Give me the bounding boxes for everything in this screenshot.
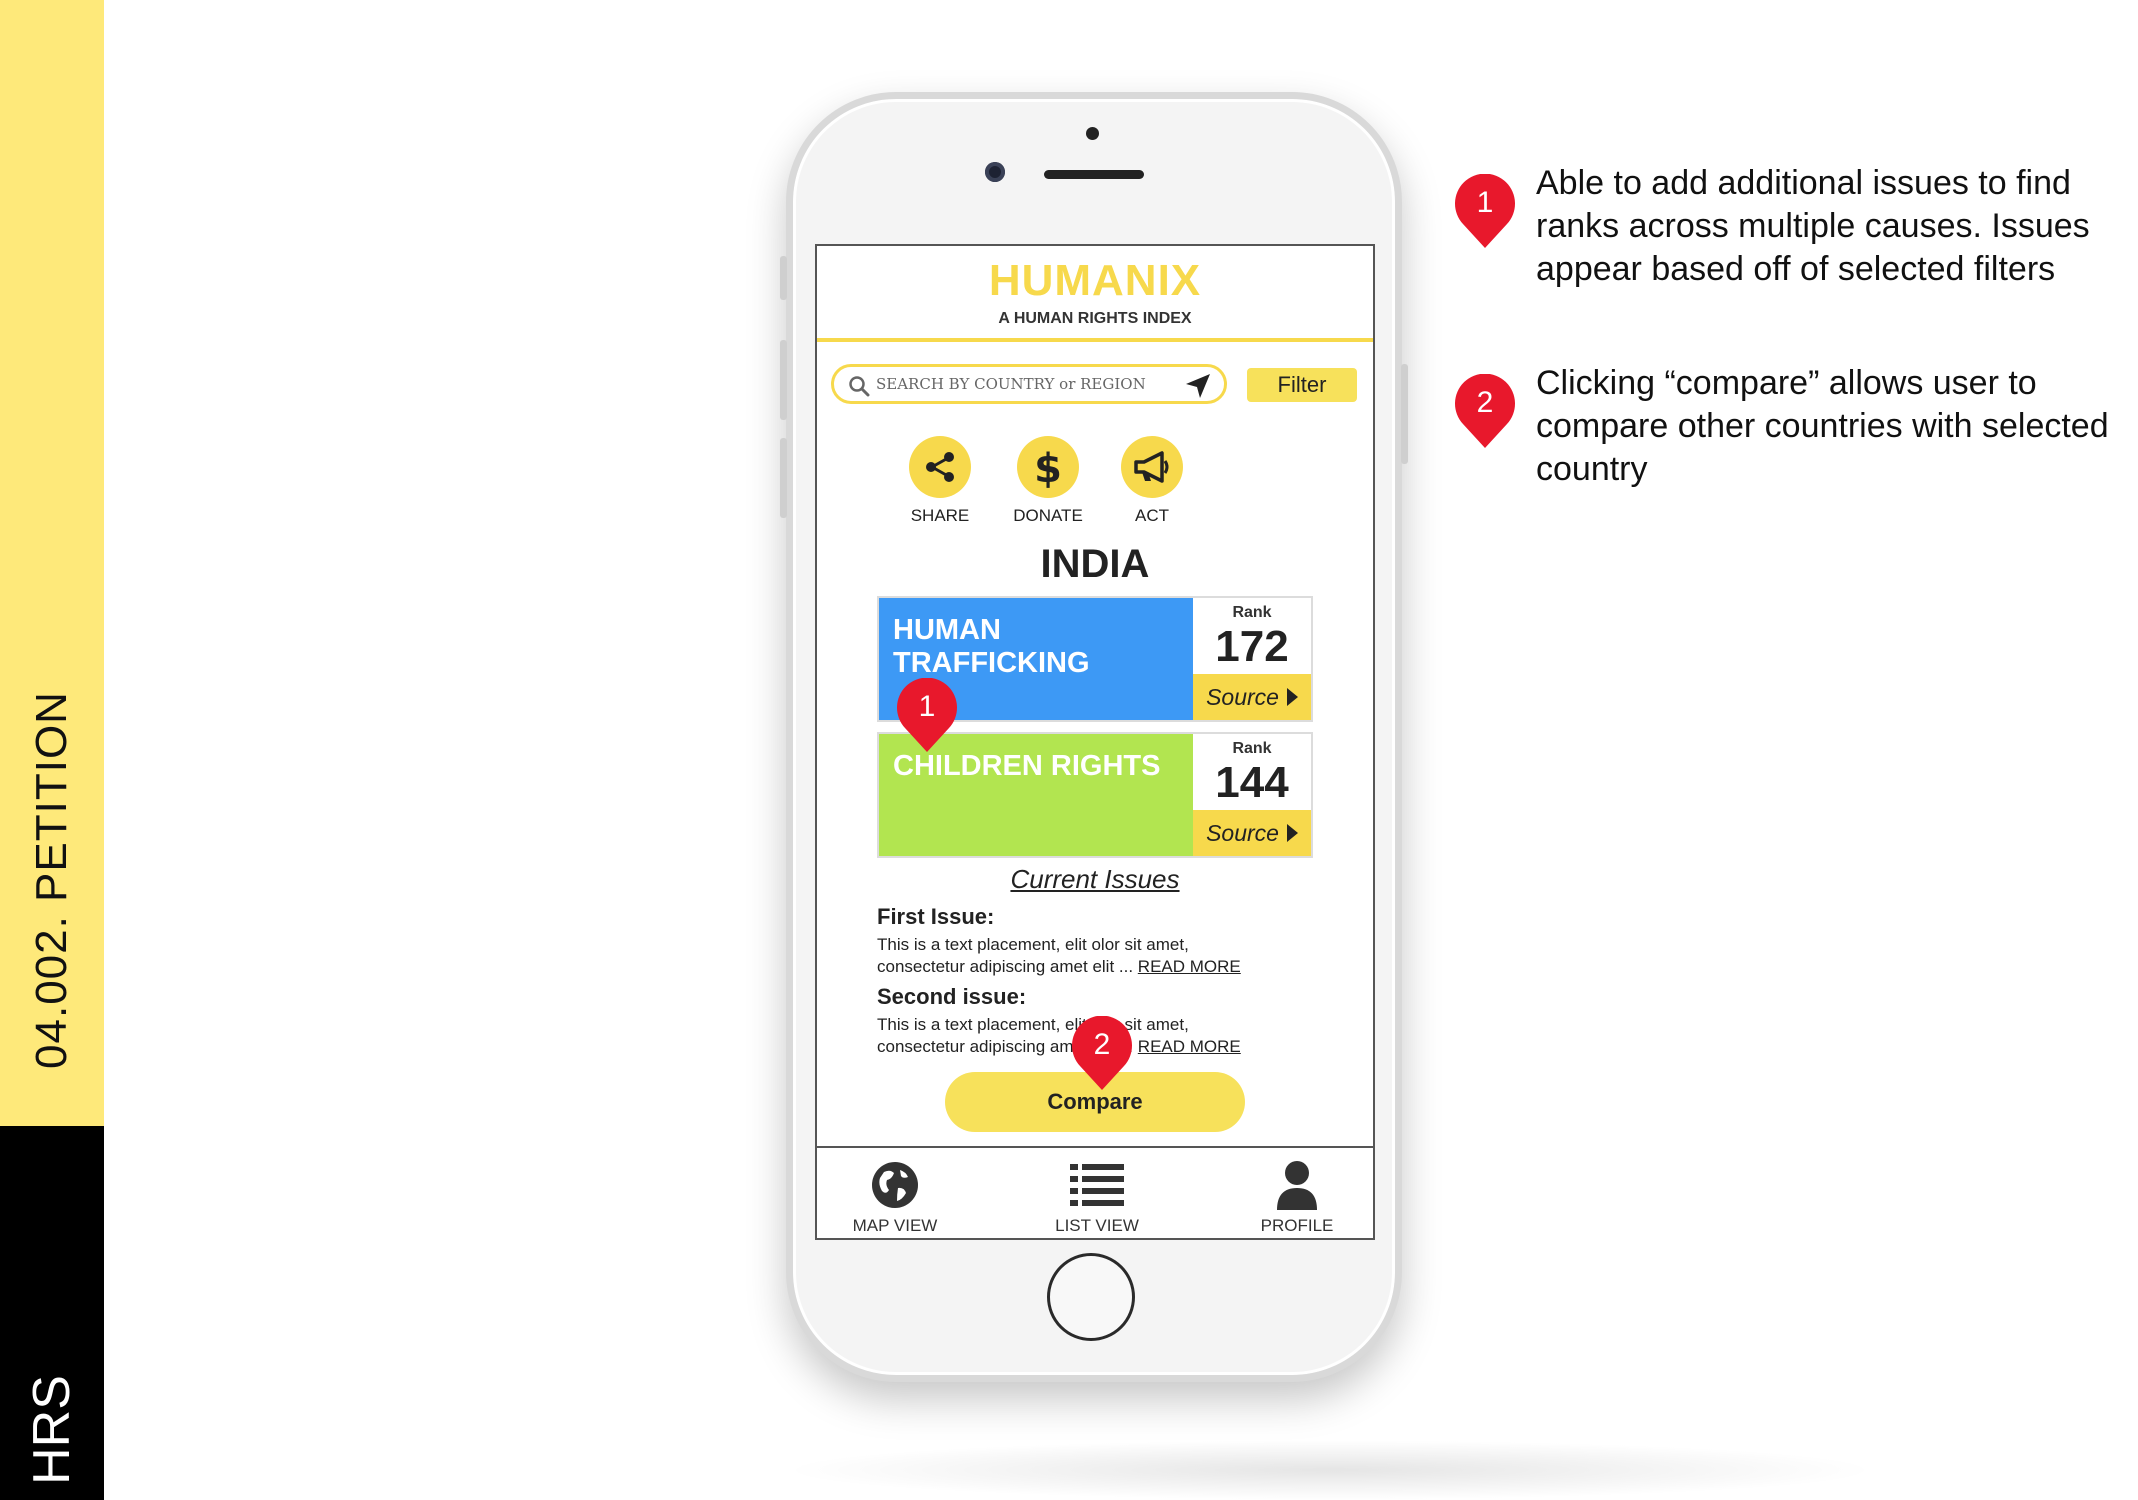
- app-subtitle: A HUMAN RIGHTS INDEX: [998, 310, 1192, 327]
- annotation-note-1: Able to add additional issues to find ra…: [1536, 164, 2090, 288]
- person-icon: [1277, 1161, 1317, 1210]
- tab-bar: MAP VIEW LIST VIEW PROFILE: [817, 1146, 1373, 1238]
- power-button: [1401, 364, 1408, 464]
- tab-label: PROFILE: [1260, 1216, 1334, 1235]
- rank-label: Rank: [1232, 604, 1272, 621]
- annotation-pin-2: 2: [1071, 1015, 1133, 1092]
- rank-value: 144: [1215, 758, 1289, 807]
- play-arrow-icon: [1286, 824, 1298, 842]
- search-icon: [849, 376, 870, 397]
- rank-box: Rank 144 Source: [1193, 734, 1311, 856]
- earpiece-speaker: [1044, 170, 1144, 179]
- tab-label: LIST VIEW: [1055, 1216, 1139, 1235]
- svg-text:$: $: [1034, 446, 1062, 488]
- act-action[interactable]: ACT: [1107, 436, 1197, 526]
- share-action[interactable]: SHARE: [895, 436, 985, 526]
- front-camera: [985, 162, 1005, 182]
- proximity-sensor: [1086, 127, 1099, 140]
- source-button[interactable]: Source: [1193, 674, 1311, 720]
- annotation-pin-1: 1: [896, 677, 958, 754]
- header-divider: [817, 338, 1373, 342]
- brand-label: HRS: [23, 1375, 81, 1485]
- list-icon: [1070, 1164, 1124, 1206]
- share-icon: [909, 436, 971, 498]
- issue-heading: Second issue:: [877, 984, 1027, 1009]
- donate-label: DONATE: [1013, 506, 1083, 525]
- note-pin-1: 1: [1454, 173, 1516, 250]
- source-button[interactable]: Source: [1193, 810, 1311, 856]
- tab-map-view[interactable]: MAP VIEW: [825, 1160, 965, 1236]
- app-title: HUMANIX: [988, 256, 1202, 305]
- dollar-icon: $: [1017, 436, 1079, 498]
- megaphone-icon: [1121, 436, 1183, 498]
- pin-number: 2: [1476, 386, 1494, 419]
- current-issues-heading[interactable]: Current Issues: [817, 864, 1373, 895]
- country-name: INDIA: [1040, 542, 1150, 586]
- location-arrow-icon[interactable]: [1184, 372, 1212, 400]
- issue-heading: First Issue:: [877, 904, 995, 929]
- volume-down-button: [780, 438, 787, 518]
- issue-text: This is a text placement, elit olor sit …: [877, 934, 1347, 978]
- mute-switch: [780, 256, 787, 300]
- share-label: SHARE: [910, 506, 970, 525]
- issue-item: First Issue: This is a text placement, e…: [877, 904, 1347, 978]
- rank-label: Rank: [1232, 740, 1272, 757]
- home-button[interactable]: [1047, 1253, 1135, 1341]
- volume-up-button: [780, 340, 787, 420]
- tab-profile[interactable]: PROFILE: [1227, 1160, 1367, 1236]
- tab-label: MAP VIEW: [852, 1216, 938, 1235]
- issue-text-line2: consectetur adipiscing amet elit ...: [877, 957, 1138, 976]
- donate-action[interactable]: $ DONATE: [1003, 436, 1093, 526]
- source-label: Source: [1206, 819, 1279, 846]
- filter-button[interactable]: Filter: [1247, 368, 1357, 402]
- rank-value: 172: [1215, 622, 1289, 671]
- globe-icon: [872, 1162, 918, 1208]
- read-more-link[interactable]: READ MORE: [1138, 957, 1241, 976]
- phone-shadow: [780, 1440, 1880, 1500]
- section-label: 04.002. PETITION: [27, 691, 76, 1069]
- rank-box: Rank 172 Source: [1193, 598, 1311, 720]
- annotation-note-2: Clicking “compare” allows user to compar…: [1536, 364, 2109, 488]
- pin-number: 1: [1476, 186, 1494, 219]
- read-more-link[interactable]: READ MORE: [1138, 1037, 1241, 1056]
- act-label: ACT: [1135, 506, 1169, 525]
- source-label: Source: [1206, 683, 1279, 710]
- issue-text-line1: This is a text placement, elit olor sit …: [877, 935, 1189, 954]
- search-input[interactable]: [876, 370, 1166, 398]
- note-pin-2: 2: [1454, 373, 1516, 450]
- issue-text-line1: This is a text placement, elit olor sit …: [877, 1015, 1189, 1034]
- play-arrow-icon: [1286, 688, 1298, 706]
- pin-number: 1: [918, 690, 936, 723]
- tab-list-view[interactable]: LIST VIEW: [1027, 1160, 1167, 1236]
- search-bar[interactable]: [831, 364, 1227, 404]
- pin-number: 2: [1093, 1028, 1111, 1061]
